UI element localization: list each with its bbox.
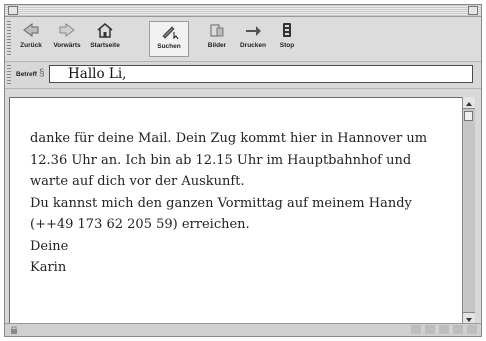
images-icon <box>210 24 224 37</box>
forward-button[interactable]: Vorwärts <box>49 21 85 57</box>
message-body: danke für deine Mail. Dein Zug kommt hie… <box>30 128 460 279</box>
status-icon <box>453 325 463 334</box>
status-icons <box>407 325 477 334</box>
browser-window: Zurück Vorwärts Startseite Suchen Bilder… <box>4 4 482 337</box>
subject-grip[interactable] <box>7 65 11 85</box>
back-arrow-icon <box>23 23 39 37</box>
message-line: (++49 173 62 205 59) erreichen. <box>30 217 250 232</box>
forward-label: Vorwärts <box>53 42 81 49</box>
stop-label: Stop <box>279 42 295 49</box>
status-icon <box>439 325 449 334</box>
home-label: Startseite <box>90 42 120 49</box>
message-line: Karin <box>30 260 67 275</box>
subject-label: Betreff <box>16 71 37 78</box>
message-line: 12.36 Uhr an. Ich bin ab 12.15 Uhr im Ha… <box>30 152 412 168</box>
close-box[interactable] <box>8 6 18 15</box>
subject-row: Betreff § Hallo Li, <box>5 62 481 89</box>
print-label: Drucken <box>239 42 266 49</box>
resize-grip-icon[interactable] <box>467 325 477 334</box>
message-line: danke für deine Mail. Dein Zug kommt hie… <box>30 131 428 146</box>
search-label: Suchen <box>157 43 181 50</box>
scroll-thumb[interactable] <box>464 111 473 121</box>
message-line: Du kannst mich den ganzen Vormittag auf … <box>30 195 412 211</box>
toolbar: Zurück Vorwärts Startseite Suchen Bilder… <box>5 17 481 62</box>
subject-field[interactable]: Hallo Li, <box>49 65 473 83</box>
home-icon <box>97 23 113 38</box>
search-icon <box>162 26 179 40</box>
stop-button[interactable]: Stop <box>269 21 305 57</box>
security-lock-icon <box>11 326 17 334</box>
link-icon: § <box>39 68 45 79</box>
message-frame[interactable]: danke für deine Mail. Dein Zug kommt hie… <box>9 97 475 324</box>
back-label: Zurück <box>20 42 42 49</box>
forward-arrow-icon <box>59 23 75 37</box>
home-button[interactable]: Startseite <box>87 21 123 57</box>
images-label: Bilder <box>207 42 227 49</box>
status-icon <box>425 325 435 334</box>
zoom-box[interactable] <box>468 6 478 15</box>
message-line: Deine <box>30 238 69 254</box>
print-button[interactable]: Drucken <box>235 21 271 57</box>
print-icon <box>246 26 261 36</box>
scroll-up-button[interactable] <box>463 97 475 109</box>
stop-icon <box>283 23 291 37</box>
toolbar-grip[interactable] <box>7 21 11 57</box>
chevron-up-icon <box>466 102 472 106</box>
message-line: warte auf dich vor der Auskunft. <box>30 174 245 189</box>
status-bar <box>5 323 481 336</box>
images-button[interactable]: Bilder <box>199 21 235 57</box>
title-bar[interactable] <box>5 5 481 17</box>
search-button[interactable]: Suchen <box>149 21 189 57</box>
vertical-scrollbar[interactable] <box>462 97 475 324</box>
back-button[interactable]: Zurück <box>13 21 49 57</box>
status-icon <box>411 325 421 334</box>
subject-value: Hallo Li, <box>68 66 127 82</box>
